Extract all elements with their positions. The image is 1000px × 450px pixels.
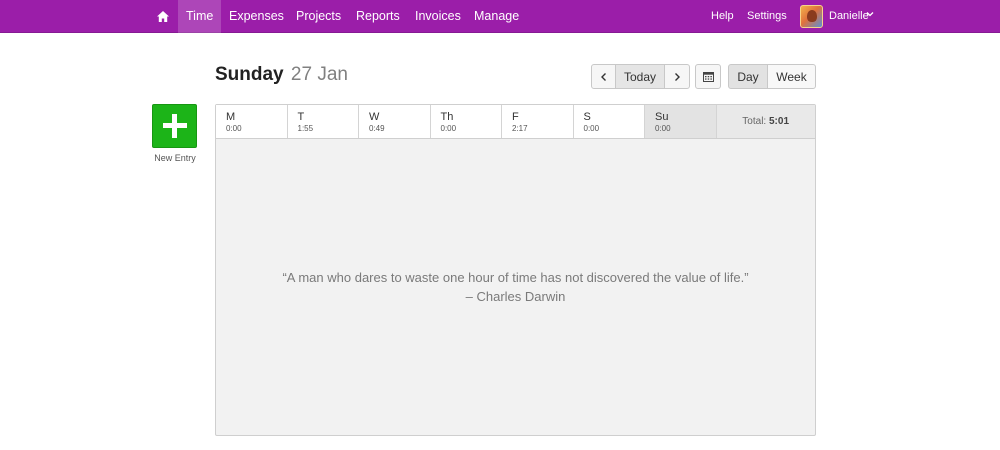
top-nav: Time Expenses Projects Reports Invoices … — [0, 0, 1000, 33]
today-button[interactable]: Today — [615, 64, 665, 89]
home-icon[interactable] — [150, 0, 176, 33]
calendar-button[interactable] — [695, 64, 721, 89]
day-name: T — [297, 111, 305, 123]
day-name: Su — [655, 111, 669, 123]
day-cell-sunday[interactable]: Su 0:00 — [645, 105, 717, 138]
day-name: M — [226, 111, 236, 123]
quote-text: “A man who dares to waste one hour of ti… — [282, 270, 749, 285]
day-name: Th — [440, 111, 454, 123]
nav-expenses[interactable]: Expenses — [221, 0, 292, 33]
total-label: Total: — [742, 116, 767, 127]
calendar-icon — [702, 72, 714, 82]
new-entry-label: New Entry — [154, 153, 196, 163]
day-cell-thursday[interactable]: Th 0:00 — [431, 105, 502, 138]
week-total: Total: 5:01 — [716, 105, 815, 138]
chevron-right-icon — [675, 72, 680, 81]
help-link[interactable]: Help — [711, 0, 734, 33]
total-value: 5:01 — [768, 116, 789, 127]
day-name: F — [512, 111, 519, 123]
chevron-down-icon[interactable] — [866, 10, 874, 20]
nav-invoices[interactable]: Invoices — [407, 0, 469, 33]
day-time: 0:00 — [440, 124, 457, 133]
day-name: S — [583, 111, 591, 123]
day-name: W — [369, 111, 380, 123]
avatar[interactable] — [800, 5, 823, 28]
day-cell-friday[interactable]: F 2:17 — [502, 105, 574, 138]
next-day-button[interactable] — [664, 64, 690, 89]
week-strip: M 0:00 T 1:55 W 0:49 Th 0:00 F 2:17 S 0:… — [216, 105, 815, 139]
settings-link[interactable]: Settings — [747, 0, 787, 33]
previous-day-button[interactable] — [591, 64, 616, 89]
nav-projects[interactable]: Projects — [288, 0, 349, 33]
user-menu[interactable]: Danielle — [829, 0, 869, 33]
nav-manage[interactable]: Manage — [466, 0, 527, 33]
day-time: 0:00 — [583, 124, 600, 133]
nav-reports[interactable]: Reports — [348, 0, 408, 33]
chevron-left-icon — [600, 72, 606, 81]
day-cell-wednesday[interactable]: W 0:49 — [359, 105, 431, 138]
day-time: 2:17 — [512, 124, 528, 133]
title-date: 27 Jan — [290, 64, 348, 85]
day-view-button[interactable]: Day — [728, 64, 768, 89]
day-cell-tuesday[interactable]: T 1:55 — [288, 105, 359, 138]
day-time: 0:00 — [655, 124, 671, 133]
day-cell-monday[interactable]: M 0:00 — [216, 105, 288, 138]
day-time: 1:55 — [297, 124, 314, 133]
timesheet-panel: M 0:00 T 1:55 W 0:49 Th 0:00 F 2:17 S 0:… — [215, 104, 816, 436]
title-day: Sunday — [215, 64, 284, 85]
week-view-button[interactable]: Week — [767, 64, 816, 89]
day-cell-saturday[interactable]: S 0:00 — [574, 105, 645, 138]
day-time: 0:00 — [226, 124, 242, 133]
day-time: 0:49 — [369, 124, 385, 133]
quote-author: – Charles Darwin — [465, 289, 566, 304]
nav-time[interactable]: Time — [178, 0, 222, 33]
new-entry-button[interactable] — [152, 104, 197, 148]
page-title: Sunday 27 Jan — [215, 64, 348, 86]
empty-state-quote: “A man who dares to waste one hour of ti… — [216, 268, 815, 306]
